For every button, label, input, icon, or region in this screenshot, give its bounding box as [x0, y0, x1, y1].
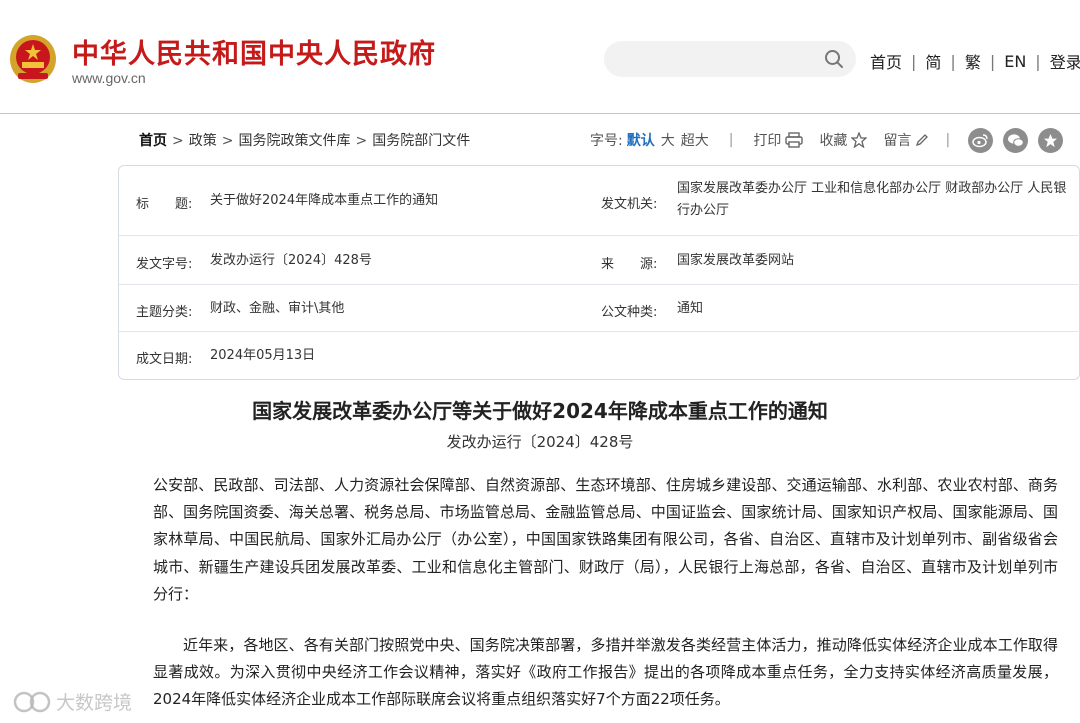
nav-login-link[interactable]: 登录 — [1050, 49, 1080, 73]
info-row: 标 题: 关于做好2024年降成本重点工作的通知 发文机关: 国家发展改革委办公… — [119, 166, 1080, 236]
print-button[interactable]: 打印 — [753, 130, 804, 150]
watermark-text: 大数跨境 — [56, 692, 133, 714]
nav-separator: | — [1035, 51, 1041, 71]
search-input[interactable] — [604, 41, 856, 77]
article-doc-number: 发改办运行〔2024〕428号 — [446, 433, 634, 451]
info-row: 主题分类: 财政、金融、审计\其他 公文种类: 通知 — [119, 285, 1080, 332]
date-value: 2024年05月13日 — [210, 348, 316, 363]
print-label: 打印 — [753, 133, 782, 149]
info-row: 发文字号: 发改办运行〔2024〕428号 来 源: 国家发展改革委网站 — [119, 236, 1080, 285]
breadcrumb-arrow: > — [172, 133, 184, 149]
info-row: 成文日期: 2024年05月13日 — [119, 332, 1080, 380]
watermark-logo-icon — [13, 691, 51, 712]
site-title[interactable]: 中华人民共和国中央人民政府 — [72, 32, 436, 71]
comment-button[interactable]: 留言 — [883, 130, 929, 150]
favorite-label: 收藏 — [819, 133, 848, 149]
docno-value: 发改办运行〔2024〕428号 — [210, 253, 372, 268]
national-emblem-icon[interactable] — [8, 33, 58, 85]
watermark: 大数跨境 — [12, 688, 132, 715]
nav-home-link[interactable]: 首页 — [870, 49, 902, 73]
body-paragraph: 近年来，各地区、各有关部门按照党中央、国务院决策部署，多措并举激发各类经营主体活… — [153, 636, 1058, 709]
nav-english-link[interactable]: EN — [1004, 52, 1026, 71]
search-icon[interactable] — [824, 49, 844, 69]
breadcrumb-policy[interactable]: 政策 — [189, 133, 217, 149]
topic-label: 主题分类: — [136, 305, 193, 320]
font-size-label: 字号: — [590, 133, 623, 149]
pencil-icon — [916, 134, 929, 147]
toolbar-divider: | — [728, 132, 734, 148]
nav-separator: | — [989, 51, 996, 71]
title-label: 标 题: — [136, 197, 193, 212]
docno-label: 发文字号: — [136, 257, 193, 272]
breadcrumb-library[interactable]: 国务院政策文件库 — [238, 133, 350, 149]
issuer-label: 发文机关: — [601, 197, 658, 212]
wechat-share-button[interactable] — [1003, 127, 1029, 153]
recipients-paragraph: 公安部、民政部、司法部、人力资源社会保障部、自然资源部、生态环境部、住房城乡建设… — [153, 476, 1058, 603]
article-title: 国家发展改革委办公厅等关于做好2024年降成本重点工作的通知 — [252, 399, 828, 423]
type-value: 通知 — [677, 301, 704, 316]
nav-simplified-link[interactable]: 简 — [925, 49, 941, 73]
favorite-button[interactable]: 收藏 — [819, 130, 868, 150]
site-url[interactable]: www.gov.cn — [72, 70, 146, 86]
breadcrumb: 首页 > 政策 > 国务院政策文件库 > 国务院部门文件 — [139, 130, 470, 150]
font-large-button[interactable]: 大 — [661, 130, 675, 150]
date-label: 成文日期: — [136, 352, 193, 367]
nav-separator: | — [911, 51, 917, 71]
document-info-table: 标 题: 关于做好2024年降成本重点工作的通知 发文机关: 国家发展改革委办公… — [118, 165, 1080, 380]
breadcrumb-dept-docs[interactable]: 国务院部门文件 — [372, 133, 470, 149]
breadcrumb-home[interactable]: 首页 — [139, 133, 167, 149]
weibo-icon — [972, 133, 988, 147]
wechat-icon — [1008, 133, 1024, 147]
star-icon — [851, 132, 868, 148]
favorites-share-button[interactable] — [1038, 127, 1064, 153]
nav-separator: | — [950, 51, 956, 71]
printer-icon — [785, 132, 804, 148]
topic-value: 财政、金融、审计\其他 — [210, 301, 345, 316]
source-label: 来 源: — [601, 257, 658, 272]
article-toolbar: 字号: 默认 大 超大 | 打印 收藏 留言 | — [590, 127, 1064, 153]
top-nav: 首页 | 简 | 繁 | EN | 登录 — [870, 49, 1080, 73]
issuer-value: 国家发展改革委办公厅 工业和信息化部办公厅 财政部办公厅 人民银行办公厅 — [677, 181, 1067, 218]
type-label: 公文种类: — [601, 305, 658, 320]
nav-traditional-link[interactable]: 繁 — [965, 49, 981, 73]
site-header: 中华人民共和国中央人民政府 www.gov.cn 首页 | 简 | 繁 | EN… — [0, 0, 1080, 114]
font-default-button[interactable]: 默认 — [627, 130, 655, 150]
source-value: 国家发展改革委网站 — [677, 253, 795, 268]
star-share-icon — [1044, 133, 1058, 147]
comment-label: 留言 — [883, 133, 912, 149]
toolbar-divider: | — [945, 132, 951, 148]
breadcrumb-arrow: > — [221, 133, 234, 149]
font-xlarge-button[interactable]: 超大 — [681, 130, 709, 150]
title-value: 关于做好2024年降成本重点工作的通知 — [210, 193, 439, 208]
breadcrumb-arrow: > — [355, 133, 368, 149]
weibo-share-button[interactable] — [968, 127, 994, 153]
